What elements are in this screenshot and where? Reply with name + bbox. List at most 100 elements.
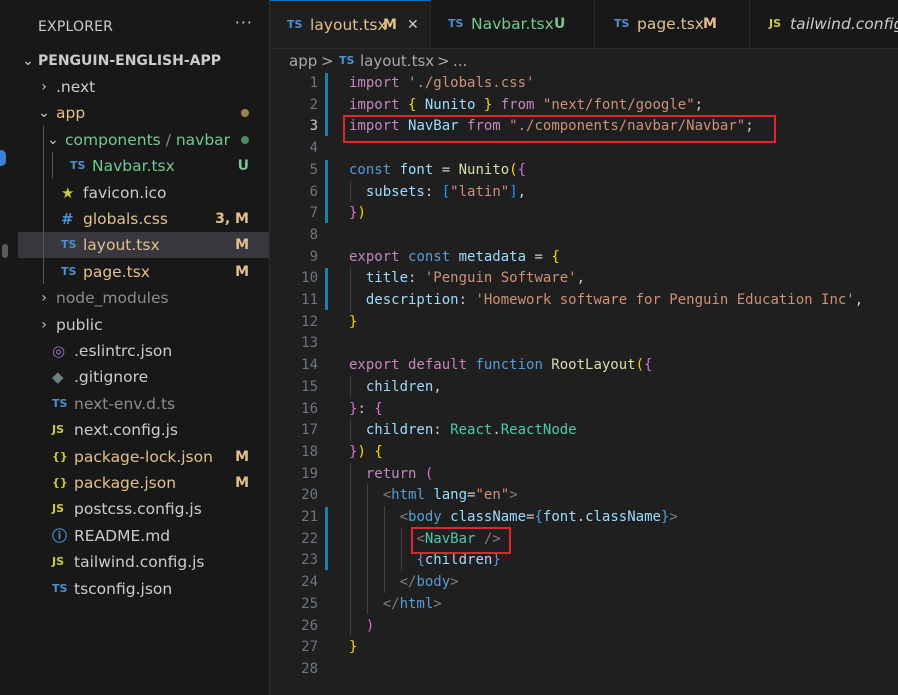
tree-item[interactable]: JS next.config.js [18,417,269,443]
typescript-icon: TS [614,17,630,30]
tree-item-label: postcss.config.js [74,500,202,519]
code-line: ) [365,617,375,634]
typescript-icon: TS [339,54,355,67]
tab-tailwind-config[interactable]: JS tailwind.config.js [750,0,898,48]
line-number: 20 [301,487,318,504]
chevron-right-icon: › [41,79,47,95]
tree-item[interactable]: JS postcss.config.js [18,496,269,522]
close-icon[interactable]: ✕ [407,1,419,48]
line-number: 2 [309,96,318,113]
code-line: }: { [349,400,383,417]
eslint-icon: ◎ [52,342,66,360]
line-number: 19 [301,465,318,482]
typescript-icon: TS [52,396,68,410]
tree-item[interactable]: TS Navbar.tsx U [18,153,269,179]
tree-item-label: Navbar.tsx [92,157,175,176]
activity-indicator-icon [2,244,8,258]
code-line: }) [349,205,366,222]
chevron-down-icon: ⌄ [22,53,34,69]
project-root[interactable]: ⌄ PENGUIN-ENGLISH-APP [18,48,269,74]
chevron-down-icon: ⌄ [38,105,50,122]
code-line: } [349,639,358,656]
line-number: 3 [309,118,318,135]
tree-item[interactable]: JS tailwind.config.js [18,549,269,575]
tree-item[interactable]: TS tsconfig.json [18,576,269,602]
tree-item-label: .gitignore [74,368,149,387]
line-number: 1 [309,75,318,91]
tree-item-label: public [56,315,103,334]
tab-bar: TS layout.tsx M ✕ TS Navbar.tsx U TS pag… [270,0,898,49]
tree-item[interactable]: ◆ .gitignore [18,364,269,390]
line-number: 27 [301,639,318,656]
git-icon: ◆ [52,368,64,387]
typescript-icon: TS [70,159,86,173]
tab-badge: M [703,16,717,32]
more-actions-icon[interactable]: ··· [235,13,253,32]
tree-item[interactable]: ⓘ README.md [18,523,269,549]
tree-item-label: tailwind.config.js [74,553,205,572]
tree-item[interactable]: TS next-env.d.ts [18,391,269,417]
tree-item[interactable]: › .next [18,74,269,100]
line-number: 22 [301,530,318,547]
tree-item[interactable]: {} package.json M [18,470,269,496]
tab-label: layout.tsx [310,16,387,34]
tab-layout-tsx[interactable]: TS layout.tsx M ✕ [270,0,431,48]
typescript-icon: TS [287,18,303,31]
typescript-icon: TS [61,264,77,278]
tree-item-label: next-env.d.ts [74,394,176,413]
json-icon: {} [52,476,68,489]
git-change-marker [325,268,328,310]
git-change-marker [325,73,328,137]
tree-item-label: next.config.js [74,421,179,440]
tree-item[interactable]: › public [18,312,269,338]
code-line: subsets: ["latin"], [365,183,527,200]
line-number: 18 [301,443,318,460]
tree-item[interactable]: ◎ .eslintrc.json [18,338,269,364]
line-number: 23 [301,552,318,569]
tree-item[interactable]: ★ favicon.ico [18,180,269,206]
tree-item-label: package.json [74,474,177,492]
info-icon: ⓘ [52,526,68,545]
tree-item[interactable]: TS page.tsx M [18,259,269,285]
line-number: 6 [309,183,318,200]
code-line: import { Nunito } from "next/font/google… [349,96,704,113]
tree-item[interactable]: TS layout.tsx M [18,232,269,259]
chevron-down-icon: ⌄ [47,131,59,148]
css-icon: # [61,210,74,228]
line-number: 10 [301,270,318,287]
tree-item-label: page.tsx [83,262,150,281]
star-icon: ★ [61,183,75,202]
breadcrumb-app[interactable]: app [289,51,317,71]
git-status-badge: M [235,237,249,254]
tree-item[interactable]: {} package-lock.json M [18,444,269,470]
git-change-marker [325,159,328,223]
tab-page-tsx[interactable]: TS page.tsx M [595,0,750,48]
tree-item[interactable]: ⌄ components / navbar [18,127,269,153]
line-number: 14 [301,357,318,374]
editor-area: TS layout.tsx M ✕ TS Navbar.tsx U TS pag… [270,0,898,695]
tree-item-label: favicon.ico [83,183,167,202]
tree-item-label: tsconfig.json [74,579,173,598]
code-line: <html lang="en"> [382,487,518,504]
indent-guide [52,152,53,178]
line-number: 16 [301,400,318,417]
line-number: 17 [301,422,318,439]
typescript-icon: TS [61,238,77,252]
tab-navbar-tsx[interactable]: TS Navbar.tsx U [431,0,595,48]
code-line: title: 'Penguin Software', [365,270,586,287]
tree-item[interactable]: › node_modules [18,285,269,311]
chevron-right-icon: › [41,316,47,333]
breadcrumb-file[interactable]: layout.tsx [360,51,434,71]
line-number: 5 [309,161,318,178]
tree-item[interactable]: # globals.css 3, M [18,206,269,232]
line-number: 12 [301,313,318,330]
json-icon: {} [52,449,68,463]
line-number: 28 [301,660,318,677]
javascript-icon: JS [52,555,65,569]
line-number: 24 [301,574,318,591]
explorer-sidebar: EXPLORER ··· ⌄ PENGUIN-ENGLISH-APP › .nex… [18,0,270,695]
git-status-badge: U [237,158,249,175]
breadcrumb-symbol[interactable]: ... [453,51,467,71]
tree-item[interactable]: ⌄ app [18,100,269,126]
accounts-indicator-icon[interactable] [0,150,6,166]
